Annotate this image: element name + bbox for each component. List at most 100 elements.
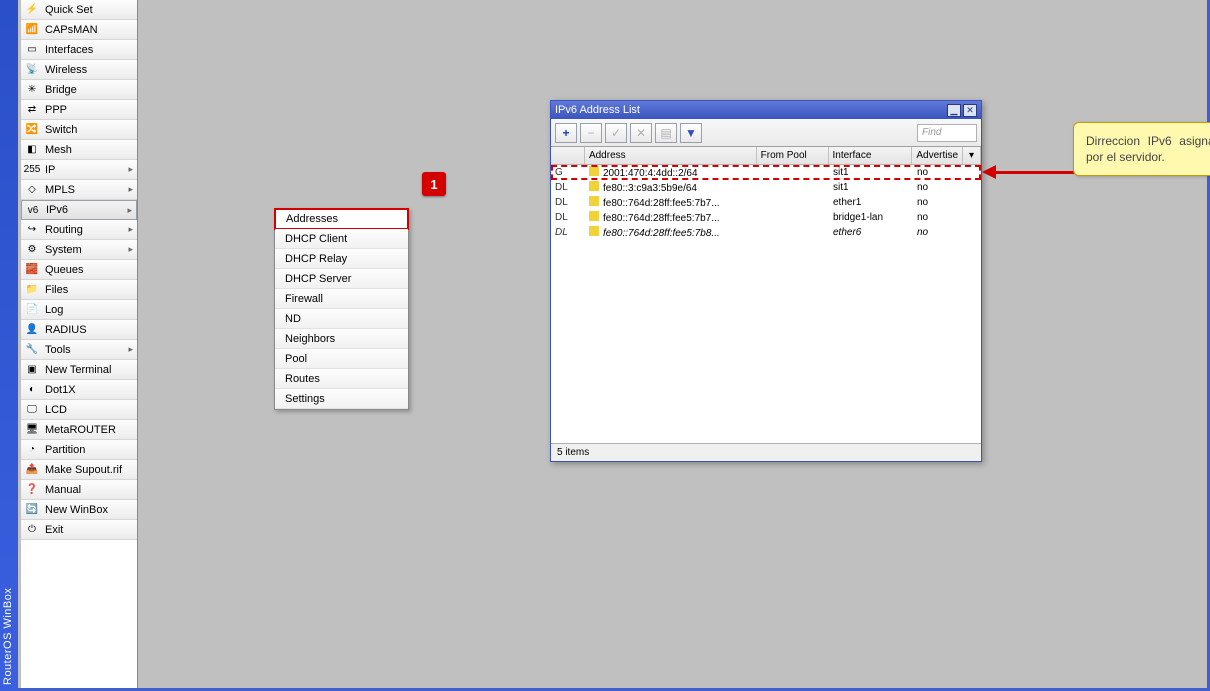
bridge-icon: ✳ [25, 83, 39, 97]
cell-address: 2001:470:4:4dd::2/64 [585, 166, 757, 179]
col-interface[interactable]: Interface [829, 147, 913, 164]
log-icon: 📄 [25, 303, 39, 317]
sidebar-item-new-winbox[interactable]: 🔄New WinBox [21, 500, 137, 520]
sidebar-item-partition[interactable]: ◔Partition [21, 440, 137, 460]
annotation-callout: Dirreccion IPv6 asignada por el servidor… [1073, 122, 1210, 176]
annotation-badge-1: 1 [422, 172, 446, 196]
sidebar-item-wireless[interactable]: 📡Wireless [21, 60, 137, 80]
menu-item-nd[interactable]: ND [275, 309, 408, 329]
table-row[interactable]: DLfe80::764d:28ff:fee5:7b7...bridge1-lan… [551, 210, 981, 225]
sidebar-item-quick-set[interactable]: ⚡Quick Set [21, 0, 137, 20]
manual-icon: ❓ [25, 483, 39, 497]
sidebar-item-dot1x[interactable]: ◐Dot1X [21, 380, 137, 400]
address-icon [589, 196, 599, 206]
col-frompool[interactable]: From Pool [757, 147, 829, 164]
sidebar-item-label: Exit [45, 524, 63, 536]
sidebar-item-bridge[interactable]: ✳Bridge [21, 80, 137, 100]
wireless-icon: 📡 [25, 63, 39, 77]
menu-item-addresses[interactable]: Addresses [274, 208, 409, 230]
menu-item-pool[interactable]: Pool [275, 349, 408, 369]
enable-button[interactable]: ✓ [605, 123, 627, 143]
sidebar-item-switch[interactable]: 🔀Switch [21, 120, 137, 140]
tools-icon: 🔧 [25, 343, 39, 357]
sidebar-item-label: MetaROUTER [45, 424, 116, 436]
sidebar-item-manual[interactable]: ❓Manual [21, 480, 137, 500]
cell-address: fe80::764d:28ff:fee5:7b7... [585, 196, 757, 209]
desktop-area: AddressesDHCP ClientDHCP RelayDHCP Serve… [138, 0, 1207, 688]
sidebar-item-label: Switch [45, 124, 77, 136]
col-address[interactable]: Address [585, 147, 757, 164]
sidebar-item-label: Dot1X [45, 384, 76, 396]
ipv6-icon: v6 [26, 203, 40, 217]
sidebar-item-log[interactable]: 📄Log [21, 300, 137, 320]
cell-interface: sit1 [829, 182, 913, 193]
filter-button[interactable]: ▼ [680, 123, 702, 143]
menu-item-dhcp-server[interactable]: DHCP Server [275, 269, 408, 289]
new-terminal-icon: ▣ [25, 363, 39, 377]
remove-button[interactable]: − [580, 123, 602, 143]
sidebar-item-label: Interfaces [45, 44, 93, 56]
window-min-button[interactable]: ▁ [947, 104, 961, 117]
sidebar-item-mpls[interactable]: ◇MPLS▸ [21, 180, 137, 200]
window-statusbar: 5 items [551, 443, 981, 461]
sidebar-item-make-supout-rif[interactable]: 📤Make Supout.rif [21, 460, 137, 480]
address-icon [589, 166, 599, 176]
sidebar-item-system[interactable]: ⚙System▸ [21, 240, 137, 260]
cell-flag: DL [551, 227, 585, 238]
sidebar-item-radius[interactable]: 👤RADIUS [21, 320, 137, 340]
ipv6-submenu: AddressesDHCP ClientDHCP RelayDHCP Serve… [274, 208, 409, 410]
disable-button[interactable]: ✕ [630, 123, 652, 143]
cell-flag: DL [551, 212, 585, 223]
cell-advertise: no [913, 227, 981, 238]
sidebar-item-lcd[interactable]: 🖵LCD [21, 400, 137, 420]
menu-item-dhcp-client[interactable]: DHCP Client [275, 229, 408, 249]
sidebar-item-metarouter[interactable]: 🖥 MetaROUTER [21, 420, 137, 440]
col-flag[interactable] [551, 147, 585, 164]
sidebar-item-routing[interactable]: ↪Routing▸ [21, 220, 137, 240]
radius-icon: 👤 [25, 323, 39, 337]
metarouter-icon: 🖥 [25, 423, 39, 437]
table-row[interactable]: G2001:470:4:4dd::2/64sit1no [551, 165, 981, 180]
table-row[interactable]: DLfe80::764d:28ff:fee5:7b7...ether1no [551, 195, 981, 210]
find-input[interactable]: Find [917, 124, 977, 142]
sidebar-item-new-terminal[interactable]: ▣New Terminal [21, 360, 137, 380]
address-icon [589, 211, 599, 221]
sidebar-item-queues[interactable]: 🧱Queues [21, 260, 137, 280]
cell-flag: DL [551, 182, 585, 193]
sidebar-item-label: Tools [45, 344, 71, 356]
sidebar-item-ipv6[interactable]: v6IPv6▸ [21, 200, 137, 220]
window-close-button[interactable]: ✕ [963, 104, 977, 117]
add-button[interactable]: + [555, 123, 577, 143]
cell-advertise: no [913, 197, 981, 208]
col-menu-button[interactable]: ▾ [963, 147, 981, 164]
menu-item-routes[interactable]: Routes [275, 369, 408, 389]
mpls-icon: ◇ [25, 183, 39, 197]
comment-button[interactable]: ▤ [655, 123, 677, 143]
cell-address: fe80::764d:28ff:fee5:7b8... [585, 226, 757, 239]
sidebar-item-capsman[interactable]: 📶CAPsMAN [21, 20, 137, 40]
sidebar-item-tools[interactable]: 🔧 Tools ▸ [21, 340, 137, 360]
routing-icon: ↪ [25, 223, 39, 237]
cell-address: fe80::3:c9a3:5b9e/64 [585, 181, 757, 194]
files-icon: 📁 [25, 283, 39, 297]
menu-item-dhcp-relay[interactable]: DHCP Relay [275, 249, 408, 269]
sidebar-item-mesh[interactable]: ◧Mesh [21, 140, 137, 160]
window-toolbar: + − ✓ ✕ ▤ ▼ Find [551, 119, 981, 147]
cell-advertise: no [913, 212, 981, 223]
sidebar-item-interfaces[interactable]: ▭Interfaces [21, 40, 137, 60]
menu-item-firewall[interactable]: Firewall [275, 289, 408, 309]
col-advertise[interactable]: Advertise [912, 147, 963, 164]
partition-icon: ◔ [25, 443, 39, 457]
table-row[interactable]: DLfe80::3:c9a3:5b9e/64sit1no [551, 180, 981, 195]
sidebar-item-files[interactable]: 📁Files [21, 280, 137, 300]
table-row[interactable]: DLfe80::764d:28ff:fee5:7b8...ether6no [551, 225, 981, 240]
menu-item-settings[interactable]: Settings [275, 389, 408, 409]
window-titlebar[interactable]: IPv6 Address List ▁ ✕ [551, 101, 981, 119]
submenu-arrow-icon: ▸ [128, 184, 133, 195]
exit-icon: ⏻ [25, 523, 39, 537]
sidebar-item-ppp[interactable]: ⇄PPP [21, 100, 137, 120]
sidebar-item-exit[interactable]: ⏻ Exit [21, 520, 137, 540]
sidebar-item-ip[interactable]: 255IP▸ [21, 160, 137, 180]
submenu-arrow-icon: ▸ [128, 344, 133, 355]
menu-item-neighbors[interactable]: Neighbors [275, 329, 408, 349]
